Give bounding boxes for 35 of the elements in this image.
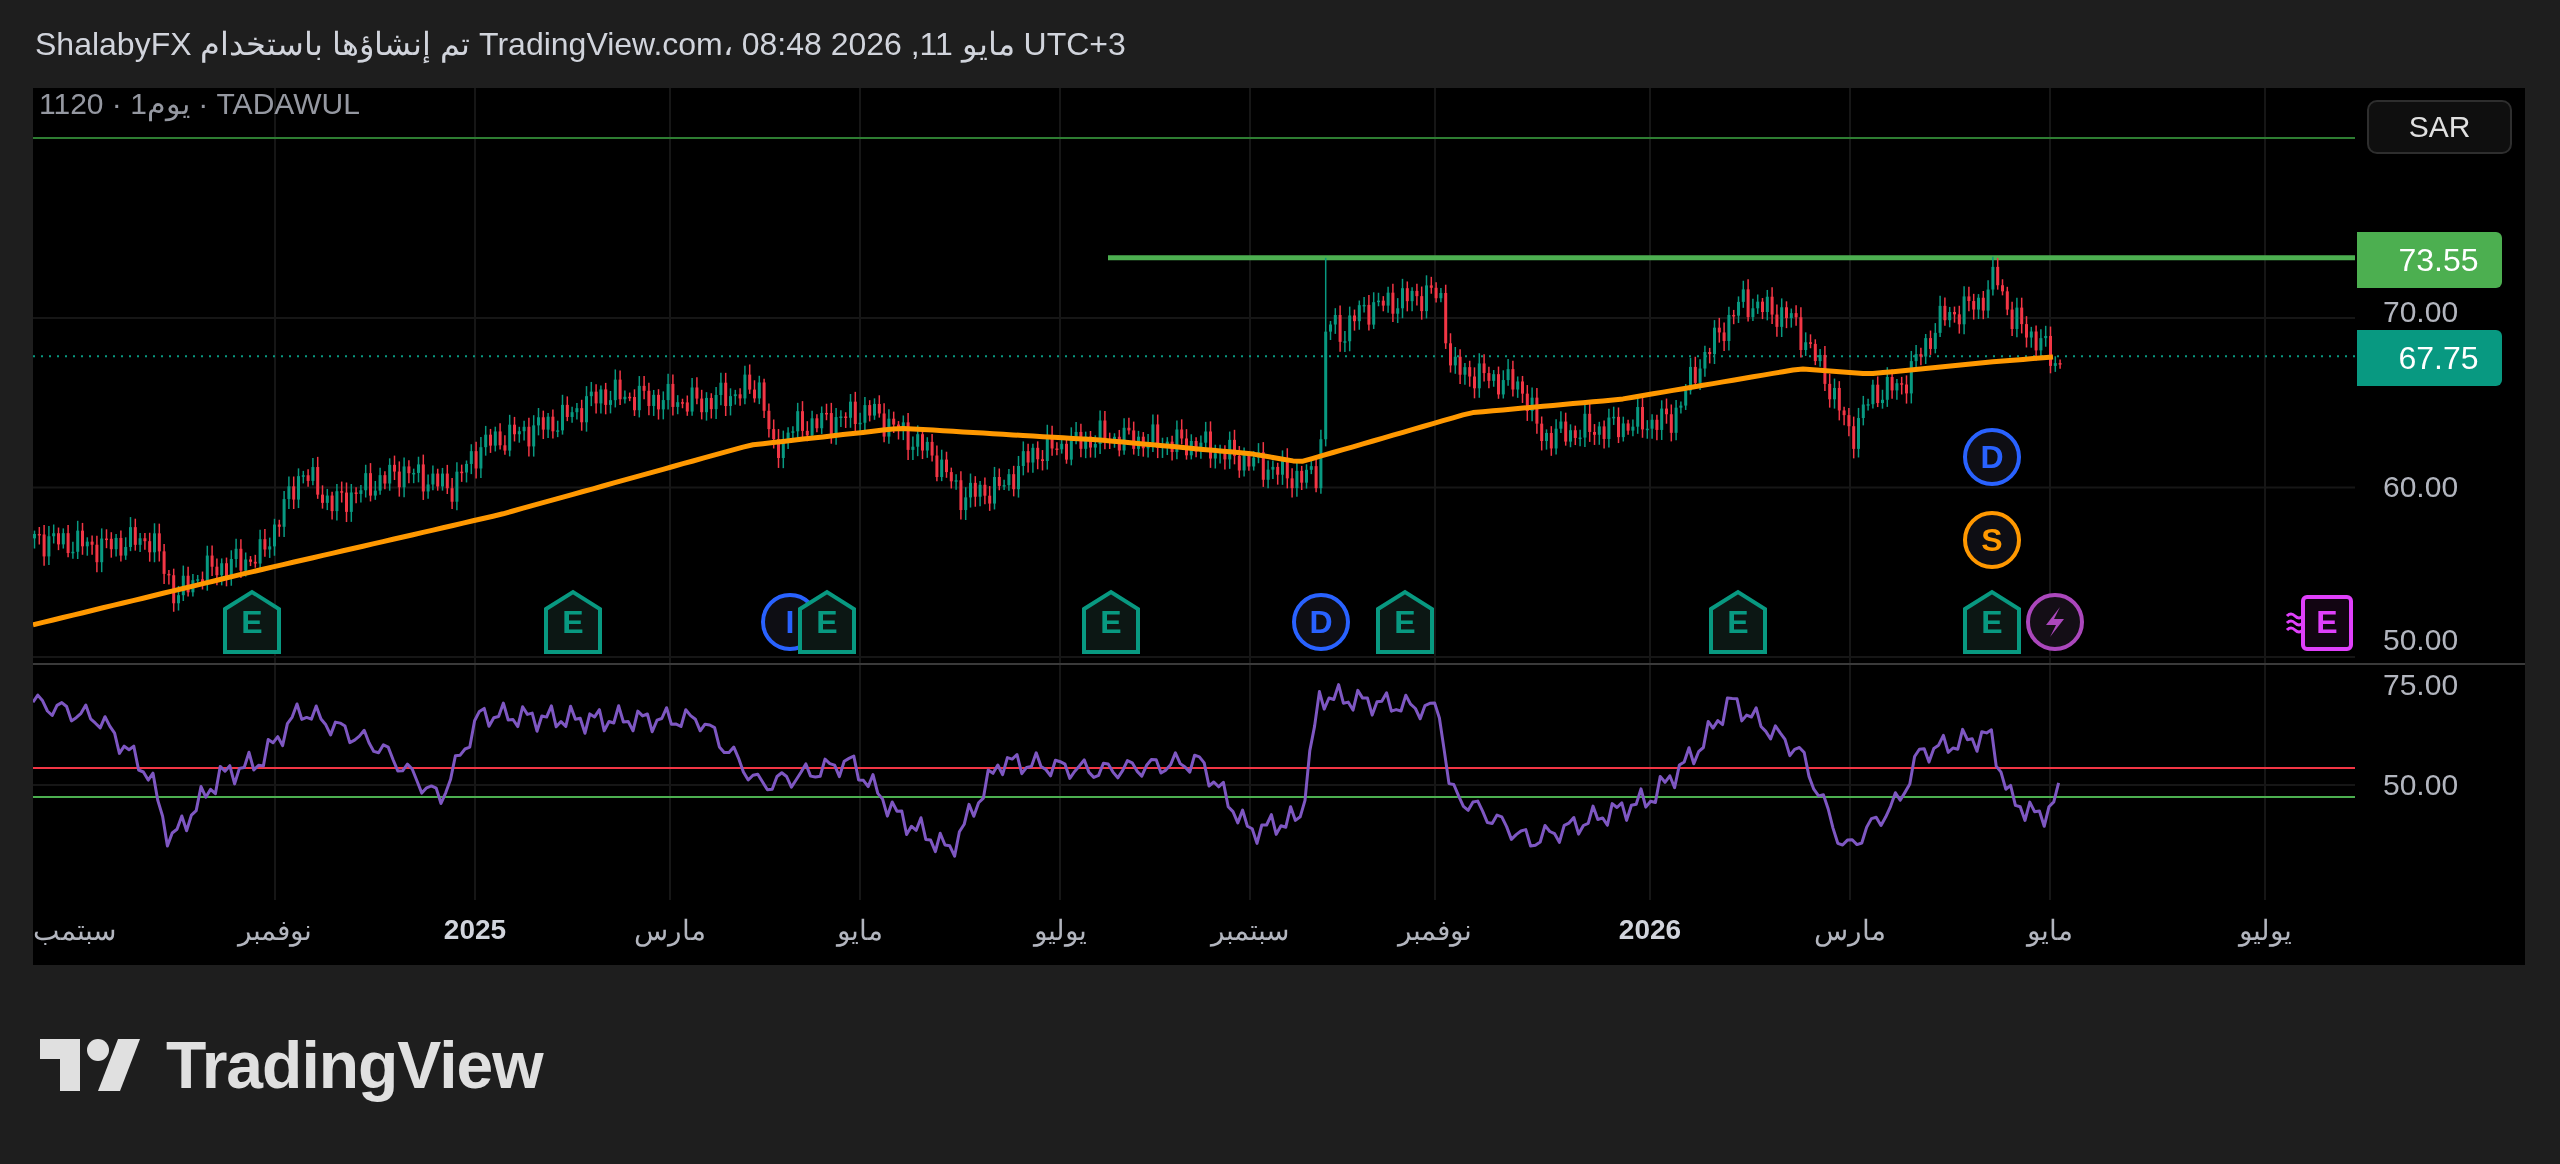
time-label: سبتمب xyxy=(33,914,116,947)
split-marker[interactable]: S xyxy=(1963,511,2021,569)
time-label: مايو xyxy=(837,914,883,947)
brand-name: TradingView xyxy=(166,1027,543,1103)
time-label: نوفمبر xyxy=(1398,914,1472,947)
time-label: مايو xyxy=(2027,914,2073,947)
price-label: 50.00 xyxy=(2383,623,2459,657)
dividend-marker[interactable]: D xyxy=(1963,428,2021,486)
time-label: مارس xyxy=(1814,914,1886,947)
price-tag: 73.55 xyxy=(2357,232,2502,288)
time-label: 2025 xyxy=(443,914,507,946)
earnings-marker[interactable]: E xyxy=(1963,589,2021,654)
rsi-label: 50.00 xyxy=(2383,768,2459,802)
rsi-label: 75.00 xyxy=(2383,668,2459,702)
earnings-marker[interactable]: E xyxy=(223,589,281,654)
time-label: مارس xyxy=(634,914,706,947)
earnings-marker[interactable]: E xyxy=(1376,589,1434,654)
time-label: 2026 xyxy=(1618,914,1682,946)
time-label: يوليو xyxy=(2238,914,2292,947)
chart-attribution: UTC+3 مايو 11, 2026 08:48 ،TradingView.com تم إنشاؤها باستخدام ShalabyFX xyxy=(35,25,1126,63)
time-label: يوليو xyxy=(1033,914,1087,947)
earnings-marker[interactable]: E xyxy=(1709,589,1767,654)
price-label: 70.00 xyxy=(2383,295,2459,329)
earnings-marker[interactable]: E xyxy=(798,589,856,654)
time-label: سبتمبر xyxy=(1211,914,1289,947)
logo-icon xyxy=(40,1039,140,1091)
price-label: 60.00 xyxy=(2383,470,2459,504)
lightning-marker[interactable] xyxy=(2026,593,2084,651)
time-label: نوفمبر xyxy=(238,914,312,947)
dividend-marker[interactable]: D xyxy=(1292,593,1350,651)
price-tag: 67.75 xyxy=(2357,330,2502,386)
currency-button[interactable]: SAR xyxy=(2367,100,2512,154)
symbol-legend: 1120 · 1يوم · TADAWUL xyxy=(39,88,360,121)
earnings-marker[interactable]: E xyxy=(544,589,602,654)
earnings-marker[interactable]: E xyxy=(1082,589,1140,654)
